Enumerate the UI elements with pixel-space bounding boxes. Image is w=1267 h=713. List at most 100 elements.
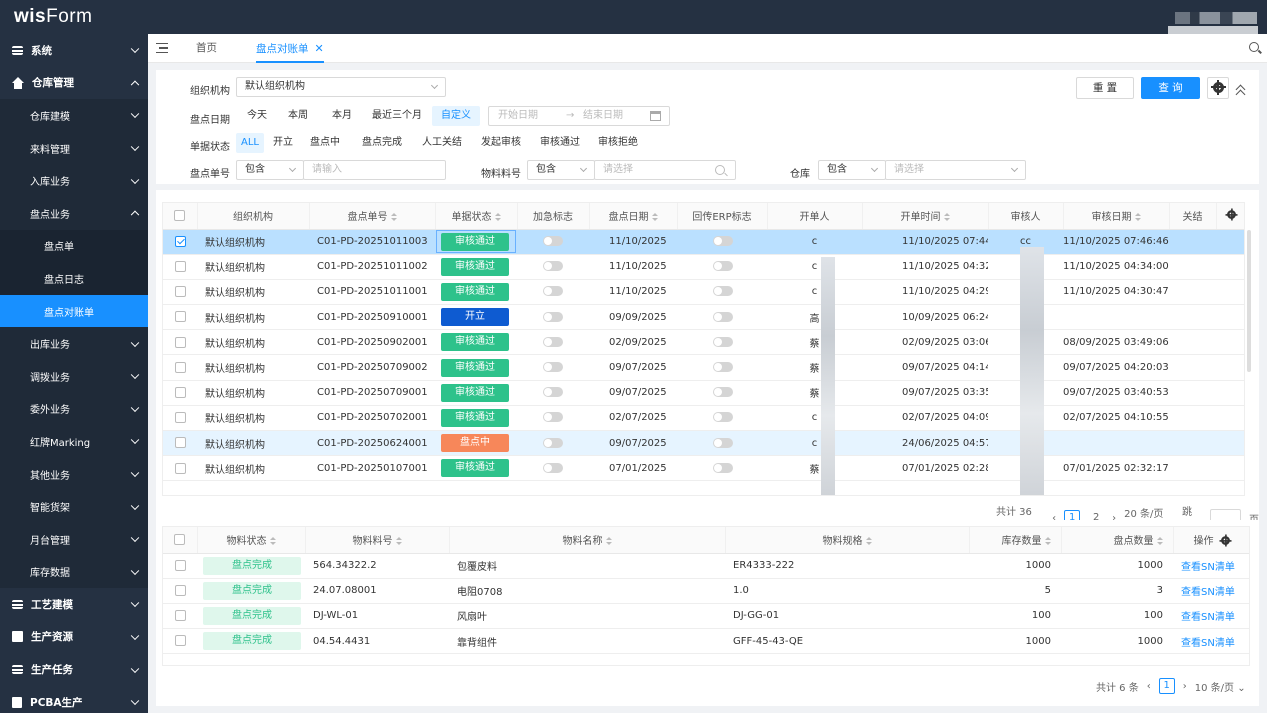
table-row[interactable]: 默认组织机构 C01-PD-20250107001 审核通过 07/01/2025 蔡 0…	[163, 455, 1244, 482]
row-checkbox-cell[interactable]	[163, 254, 197, 280]
sidebar-item-11[interactable]: 委外业务	[0, 392, 148, 426]
detail-page-1[interactable]: 1	[1158, 678, 1175, 694]
sidebar-item-15[interactable]: 月台管理	[0, 522, 148, 556]
detail-page-size-select[interactable]: 10 条/页 ⌄	[1195, 679, 1246, 694]
material-input[interactable]: 请选择	[594, 160, 736, 180]
sidebar-item-7[interactable]: 盘点日志	[0, 262, 148, 295]
detail-op-cell[interactable]: 查看SN清单	[1173, 603, 1249, 630]
tab-home[interactable]: 首页	[196, 34, 217, 63]
row-checkbox-cell[interactable]	[163, 354, 197, 381]
row-checkbox-cell[interactable]	[163, 430, 197, 457]
sort-icon[interactable]	[269, 537, 276, 546]
checkbox[interactable]	[174, 437, 186, 449]
status-option-2[interactable]: 盘点中	[302, 133, 348, 153]
table-row[interactable]: 盘点完成 DJ-WL-01 风扇叶 DJ-GG-01 100 100 查看SN清单	[163, 603, 1249, 630]
sidebar-item-4[interactable]: 入库业务	[0, 164, 148, 197]
checkbox[interactable]	[174, 286, 186, 298]
detail-header-0[interactable]: 物料状态	[197, 527, 306, 554]
row-checkbox-cell[interactable]	[163, 229, 197, 255]
sidebar-item-20[interactable]: PCBA生产	[0, 686, 148, 713]
detail-header-5[interactable]: 盘点数量	[1061, 527, 1174, 554]
status-option-5[interactable]: 发起审核	[474, 133, 528, 153]
sort-icon[interactable]	[395, 537, 402, 546]
table-row[interactable]: 默认组织机构 C01-PD-20250709001 审核通过 09/07/2025 蔡 0…	[163, 380, 1244, 406]
status-option-3[interactable]: 盘点完成	[354, 133, 410, 153]
sort-icon[interactable]	[494, 213, 501, 222]
row-checkbox-cell[interactable]	[163, 455, 197, 482]
detail-select-all[interactable]	[163, 527, 198, 554]
urgent-toggle[interactable]	[543, 261, 563, 272]
checkbox[interactable]	[174, 311, 186, 323]
sidebar-item-16[interactable]: 库存数据	[0, 555, 148, 589]
erp-toggle[interactable]	[713, 336, 733, 347]
urgent-toggle[interactable]	[543, 437, 563, 448]
erp-toggle[interactable]	[713, 387, 733, 398]
sidebar-item-6[interactable]: 盘点单	[0, 229, 148, 263]
table-row[interactable]: 盘点完成 24.07.08001 电阻0708 1.0 5 3 查看SN清单	[163, 578, 1249, 604]
sidebar-item-9[interactable]: 出库业务	[0, 327, 148, 360]
date-option-0[interactable]: 今天	[240, 106, 274, 126]
urgent-toggle[interactable]	[543, 362, 563, 373]
checkbox[interactable]	[174, 559, 186, 571]
row-checkbox-cell[interactable]	[163, 329, 197, 356]
master-header-9[interactable]: 审核日期	[1063, 203, 1170, 230]
sidebar-item-3[interactable]: 来料管理	[0, 131, 148, 165]
checkbox[interactable]	[174, 635, 186, 647]
detail-op-text[interactable]: 查看SN清单	[1181, 587, 1235, 598]
detail-header-2[interactable]: 物料名称	[449, 527, 726, 554]
sidebar-item-5[interactable]: 盘点业务	[0, 196, 148, 230]
status-option-7[interactable]: 审核拒绝	[592, 133, 644, 153]
sort-icon[interactable]	[1134, 213, 1141, 222]
master-header-4[interactable]: 盘点日期	[589, 203, 678, 230]
material-op-select[interactable]: 包含	[527, 160, 595, 180]
urgent-toggle[interactable]	[543, 412, 563, 423]
prev-page-icon[interactable]: ‹	[1147, 681, 1151, 692]
status-option-4[interactable]: 人工关结	[416, 133, 468, 153]
erp-toggle[interactable]	[713, 362, 733, 373]
checkbox[interactable]	[174, 210, 186, 221]
sidebar-item-0[interactable]: 系统	[0, 34, 148, 67]
sidebar-item-14[interactable]: 智能货架	[0, 490, 148, 523]
row-checkbox-cell[interactable]	[163, 405, 197, 432]
urgent-toggle[interactable]	[543, 387, 563, 398]
status-option-1[interactable]: 开立	[270, 133, 296, 153]
tab-inventory-reconciliation[interactable]: 盘点对账单 ✕	[256, 34, 324, 63]
master-vertical-scrollbar[interactable]	[1247, 230, 1251, 372]
erp-toggle[interactable]	[713, 412, 733, 423]
warehouse-select[interactable]: 请选择	[885, 160, 1026, 180]
erp-toggle[interactable]	[713, 261, 733, 272]
table-row[interactable]: 盘点完成 564.34322.2 包覆皮料 ER4333-222 1000 1000 查看S…	[163, 553, 1249, 579]
urgent-toggle[interactable]	[543, 286, 563, 297]
detail-header-1[interactable]: 物料料号	[305, 527, 450, 554]
master-header-7[interactable]: 开单时间	[862, 203, 989, 230]
table-row[interactable]: 默认组织机构 C01-PD-20251011001 审核通过 11/10/2025 c 1…	[163, 279, 1244, 306]
table-row[interactable]: 默认组织机构 C01-PD-20250709002 审核通过 09/07/2025 蔡 0…	[163, 354, 1244, 381]
sort-icon[interactable]	[651, 213, 658, 222]
detail-op-cell[interactable]: 查看SN清单	[1173, 578, 1249, 604]
urgent-toggle[interactable]	[543, 336, 563, 347]
query-button[interactable]: 查 询	[1141, 77, 1200, 99]
date-range-picker[interactable]: 开始日期 → 结束日期	[488, 106, 670, 126]
urgent-toggle[interactable]	[543, 236, 563, 247]
detail-header-3[interactable]: 物料规格	[725, 527, 970, 554]
sort-icon[interactable]	[605, 537, 612, 546]
detail-op-text[interactable]: 查看SN清单	[1181, 562, 1235, 573]
user-info-redacted[interactable]	[1175, 12, 1257, 24]
master-header-2[interactable]: 单据状态	[435, 203, 518, 230]
date-option-3[interactable]: 最近三个月	[366, 106, 428, 126]
close-icon[interactable]: ✕	[315, 34, 324, 63]
date-option-4[interactable]: 自定义	[432, 106, 480, 126]
sidebar-item-1[interactable]: 仓库管理	[0, 67, 148, 100]
checkbox[interactable]	[174, 336, 186, 348]
erp-toggle[interactable]	[713, 437, 733, 448]
status-option-0[interactable]: ALL	[236, 133, 264, 153]
sort-icon[interactable]	[943, 213, 950, 222]
table-row[interactable]: 默认组织机构 C01-PD-20250902001 审核通过 02/09/2025 蔡 0…	[163, 329, 1244, 356]
sort-icon[interactable]	[1156, 537, 1163, 546]
collapse-up-icon-2[interactable]	[1235, 89, 1246, 100]
urgent-toggle[interactable]	[543, 462, 563, 473]
sidebar-item-19[interactable]: 生产任务	[0, 653, 148, 686]
row-checkbox-cell[interactable]	[163, 553, 197, 579]
table-row[interactable]: 默认组织机构 C01-PD-20251011002 审核通过 11/10/2025 c 1…	[163, 254, 1244, 280]
checkbox[interactable]	[174, 610, 186, 622]
